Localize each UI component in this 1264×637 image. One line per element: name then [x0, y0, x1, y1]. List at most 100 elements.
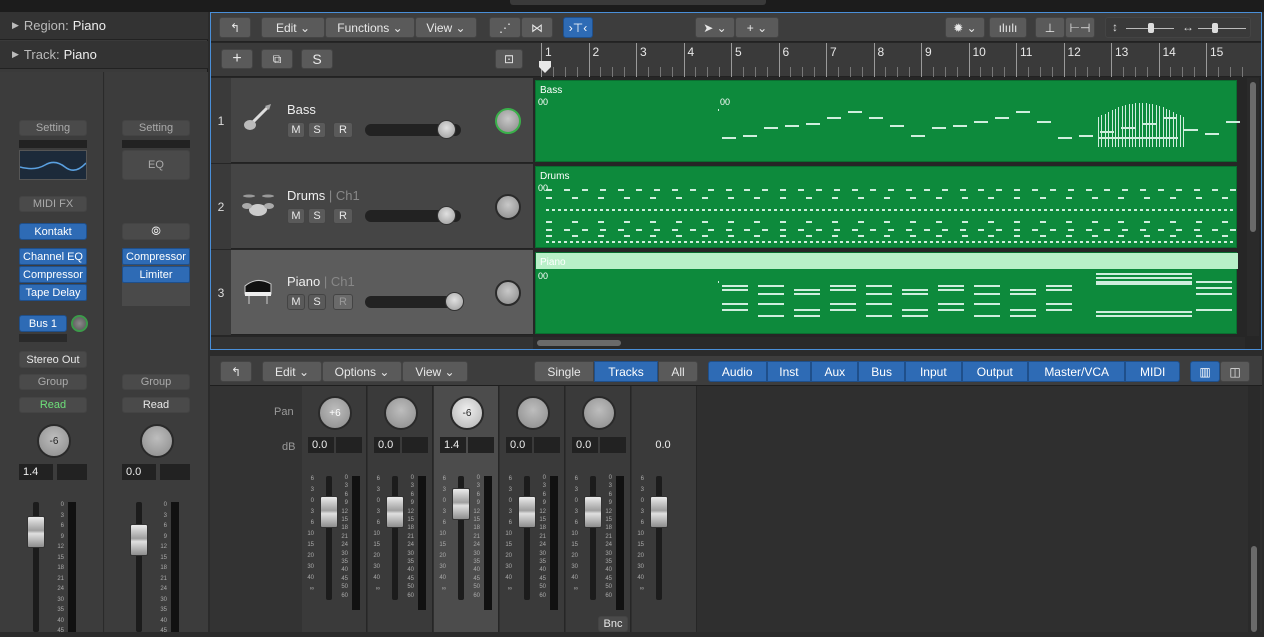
channel-fader-handle[interactable] [650, 496, 668, 528]
waveform-zoom-icon[interactable]: ılıılı [989, 17, 1027, 38]
mixer-channel-strip[interactable]: 0.0 6 3 0 3 6 10 15 20 30 40 ∞ 0 3 6 9 12 15 18 21 24 30 35 4… [500, 386, 565, 632]
channel-fader-track[interactable] [326, 476, 332, 600]
piano-icon[interactable] [241, 272, 275, 306]
region-inspector-header[interactable]: ▶ Region: Piano [0, 12, 208, 40]
channel-fader-track[interactable] [392, 476, 398, 600]
channel-fader-track[interactable] [524, 476, 530, 600]
volume-fader-handle[interactable] [130, 524, 148, 556]
mixer-channel-strip[interactable]: -6 1.4 6 3 0 3 6 10 15 20 30 40 ∞ 0 3 6 9 12 15 18 21 24 30… [434, 386, 499, 632]
pointer-tool-icon[interactable]: ➤ ⌄ [695, 17, 735, 38]
track-volume-handle[interactable] [437, 206, 456, 225]
plugin-slot-tape-delay[interactable]: Tape Delay [19, 284, 87, 301]
track-name-field[interactable]: Drums | Ch1 [287, 188, 360, 203]
horizontal-zoom-slider[interactable] [1198, 28, 1246, 29]
mode-single[interactable]: Single [534, 361, 594, 382]
vertical-scrollbar-thumb[interactable] [1250, 82, 1256, 232]
track-header[interactable]: 1 Bass M S R [211, 78, 533, 163]
solo-button[interactable]: S [308, 208, 326, 224]
add-track-button[interactable]: + [221, 49, 253, 69]
track-pan-knob[interactable] [495, 108, 521, 134]
plugin-slot-limiter[interactable]: Limiter [122, 266, 190, 283]
horizontal-scrollbar[interactable] [533, 337, 1245, 349]
channel-fader-handle[interactable] [452, 488, 470, 520]
wide-channels-icon[interactable]: ▥ [1190, 361, 1220, 382]
channel-fader-handle[interactable] [386, 496, 404, 528]
volume-fader-handle[interactable] [27, 516, 45, 548]
back-arrow-icon[interactable]: ↰ [220, 361, 252, 382]
bounce-button[interactable]: Bnc [598, 616, 628, 632]
record-enable-button[interactable]: R [333, 294, 353, 310]
plugin-slot-compressor[interactable]: Compressor [19, 266, 87, 283]
volume-value[interactable]: 1.4 [19, 464, 53, 480]
solo-button[interactable]: S [308, 122, 326, 138]
channel-pan-knob[interactable] [516, 396, 550, 430]
gear-icon[interactable]: ✹ ⌄ [945, 17, 985, 38]
channel-pan-knob[interactable] [582, 396, 616, 430]
mixer-scrollbar-thumb[interactable] [1251, 546, 1257, 632]
record-enable-button[interactable]: R [333, 208, 353, 224]
solo-button[interactable]: S [308, 294, 326, 310]
pan-knob[interactable] [140, 424, 174, 458]
narrow-channels-icon[interactable]: ◫ [1220, 361, 1250, 382]
midi-region[interactable]: Bass 00 00 [535, 80, 1240, 162]
drum-kit-icon[interactable] [241, 186, 275, 220]
channel-fader-track[interactable] [656, 476, 662, 600]
mute-button[interactable]: M [287, 208, 305, 224]
channel-volume-value[interactable]: 0.0 [638, 437, 688, 453]
plugin-slot-channel-eq[interactable]: Channel EQ [19, 248, 87, 265]
channel-pan-knob[interactable]: -6 [450, 396, 484, 430]
catch-icon[interactable]: ⊡ [495, 49, 523, 69]
channel-pan-knob[interactable]: +6 [318, 396, 352, 430]
channel-volume-value[interactable]: 1.4 [440, 437, 466, 453]
filter-aux[interactable]: Aux [811, 361, 859, 382]
filter-midi[interactable]: MIDI [1125, 361, 1181, 382]
mixer-view-menu[interactable]: View ⌄ [402, 361, 468, 382]
mixer-options-menu[interactable]: Options ⌄ [322, 361, 402, 382]
record-enable-button[interactable]: R [333, 122, 353, 138]
pan-knob[interactable]: -6 [37, 424, 71, 458]
send-empty-slot[interactable] [19, 334, 67, 342]
channel-fader-handle[interactable] [320, 496, 338, 528]
filter-audio[interactable]: Audio [708, 361, 767, 382]
link-icon[interactable]: ⦾ [122, 223, 190, 240]
plugin-slot-compressor[interactable]: Compressor [122, 248, 190, 265]
midi-region[interactable]: Drums 00 [535, 166, 1237, 248]
global-solo-button[interactable]: S [301, 49, 333, 69]
mode-all[interactable]: All [658, 361, 698, 382]
automation-icon[interactable]: ⋰ [489, 17, 521, 38]
volume-value[interactable]: 0.0 [122, 464, 156, 480]
filter-bus[interactable]: Bus [858, 361, 906, 382]
vertical-zoom-handle[interactable] [1148, 23, 1154, 33]
filter-master-vca[interactable]: Master/VCA [1027, 361, 1126, 382]
output-slot[interactable]: Stereo Out [19, 351, 87, 368]
channel-volume-value[interactable]: 0.0 [308, 437, 334, 453]
channel-volume-value[interactable]: 0.0 [506, 437, 532, 453]
volume-fader-track[interactable] [136, 502, 142, 632]
channel-volume-value[interactable]: 0.0 [572, 437, 598, 453]
duplicate-track-icon[interactable]: ⧉ [261, 49, 293, 69]
track-header[interactable]: 2 Drums | Ch1 M S R [211, 164, 533, 249]
send-level-knob[interactable] [71, 315, 88, 332]
eq-button[interactable]: EQ [122, 150, 190, 180]
mixer-edit-menu[interactable]: Edit ⌄ [262, 361, 322, 382]
track-name-field[interactable]: Bass [287, 102, 316, 117]
instrument-slot[interactable]: Kontakt [19, 223, 87, 240]
send-slot-bus-1[interactable]: Bus 1 [19, 315, 67, 332]
fit-vertical-icon[interactable]: ⊥ [1035, 17, 1065, 38]
mixer-channel-strip[interactable]: +6 0.0 6 3 0 3 6 10 15 20 30 40 ∞ 0 3 6 9 12 15 18 21 24 30… [302, 386, 367, 632]
disclosure-triangle-icon[interactable]: ▶ [12, 49, 19, 60]
midi-fx-slot[interactable]: MIDI FX [19, 196, 87, 212]
horizontal-zoom-handle[interactable] [1212, 23, 1218, 33]
channel-volume-value[interactable]: 0.0 [374, 437, 400, 453]
group-slot[interactable]: Group [19, 374, 87, 390]
mute-button[interactable]: M [287, 122, 305, 138]
mode-tracks[interactable]: Tracks [594, 361, 658, 382]
mixer-channel-strip[interactable]: 0.0 6 3 0 3 6 10 15 20 30 40 ∞ [632, 386, 697, 632]
channel-fader-handle[interactable] [584, 496, 602, 528]
track-volume-handle[interactable] [437, 120, 456, 139]
vertical-scrollbar[interactable] [1247, 78, 1259, 336]
track-inspector-header[interactable]: ▶ Track: Piano [0, 41, 208, 69]
channel-fader-handle[interactable] [518, 496, 536, 528]
fit-horizontal-icon[interactable]: ⊢⊣ [1065, 17, 1095, 38]
mixer-vertical-scrollbar[interactable] [1248, 386, 1260, 632]
